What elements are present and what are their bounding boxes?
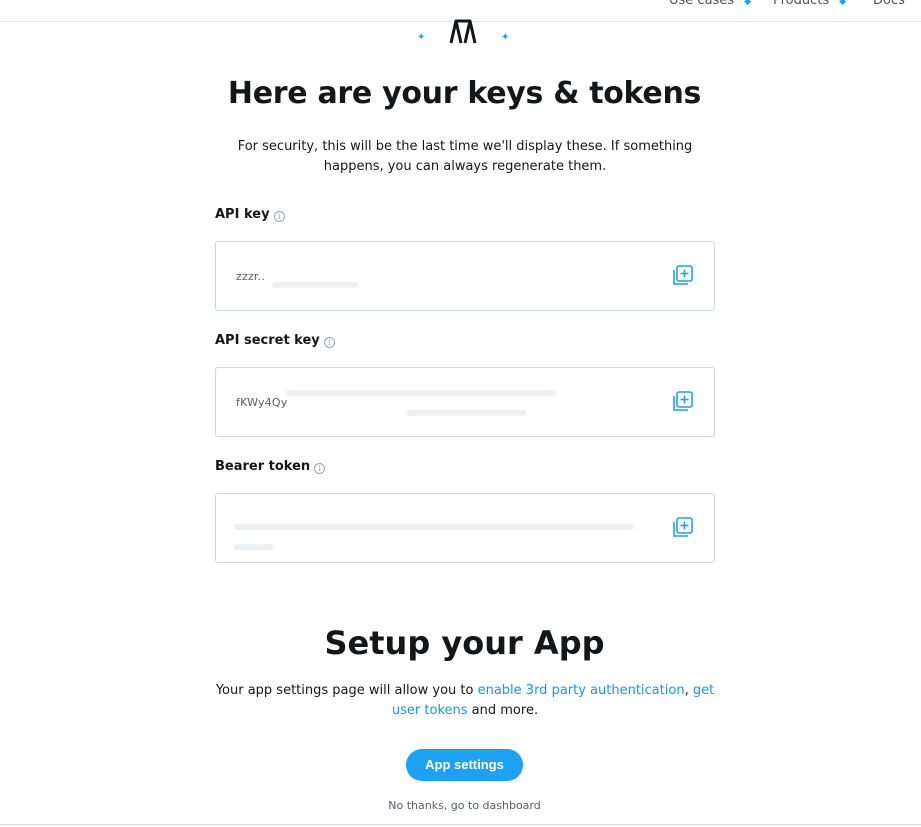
go-to-dashboard-link[interactable]: No thanks, go to dashboard — [0, 799, 921, 812]
page-title: Here are your keys & tokens — [227, 76, 702, 111]
api-secret-key-value: fKWy4Qy — [236, 396, 288, 409]
bearer-token-label-text: Bearer token — [215, 459, 311, 474]
bearer-token-label: Bearer token i — [215, 459, 326, 474]
divider — [0, 824, 921, 825]
hero-illustration: ✦ ✦ — [414, 16, 514, 46]
api-secret-key-field[interactable]: fKWy4Qy — [215, 367, 715, 437]
nav-products[interactable]: Products ◆ — [773, 0, 846, 8]
api-secret-key-label: API secret key i — [215, 333, 335, 348]
api-key-label-text: API key — [215, 207, 270, 222]
copy-icon[interactable] — [672, 390, 694, 412]
setup-text-after: and more. — [467, 703, 539, 718]
api-secret-key-label-text: API secret key — [215, 333, 320, 348]
setup-text-before: Your app settings page will allow you to — [215, 683, 478, 698]
redacted-text — [234, 524, 634, 530]
copy-icon[interactable] — [672, 516, 694, 538]
redacted-text — [406, 410, 526, 416]
redacted-text — [272, 282, 358, 288]
sparkle-icon: ✦ — [417, 32, 426, 43]
info-icon[interactable]: i — [314, 462, 326, 474]
api-key-label: API key i — [215, 207, 285, 222]
api-key-field[interactable]: zzzr.. — [215, 241, 715, 311]
setup-title: Setup your App — [324, 624, 605, 662]
hero-mark-icon — [449, 19, 477, 44]
bearer-token-field[interactable] — [215, 493, 715, 563]
nav-use-cases[interactable]: Use cases ◆ — [669, 0, 751, 8]
api-key-value: zzzr.. — [236, 270, 266, 283]
redacted-text — [286, 390, 556, 396]
nav-docs-label: Docs — [873, 0, 905, 8]
chevron-down-icon: ◆ — [744, 0, 751, 7]
copy-icon[interactable] — [672, 264, 694, 286]
sparkle-icon: ✦ — [501, 32, 510, 43]
nav-products-label: Products — [773, 0, 830, 8]
setup-description: Your app settings page will allow you to… — [205, 681, 725, 721]
info-icon[interactable]: i — [273, 210, 285, 222]
nav-docs[interactable]: Docs — [873, 0, 905, 8]
chevron-down-icon: ◆ — [839, 0, 847, 7]
info-icon[interactable]: i — [323, 336, 335, 348]
setup-separator: , — [684, 683, 693, 698]
nav-use-cases-label: Use cases — [669, 0, 735, 8]
page-subtitle: For security, this will be the last time… — [237, 139, 693, 174]
enable-3rd-party-auth-link[interactable]: enable 3rd party authentication — [478, 683, 685, 698]
app-settings-button[interactable]: App settings — [406, 749, 523, 781]
redacted-text — [234, 544, 274, 550]
